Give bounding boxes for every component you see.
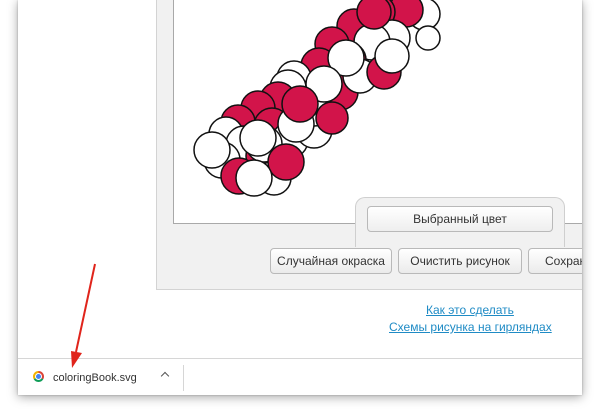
- divider: [183, 365, 184, 391]
- save-button[interactable]: Сохрани: [528, 248, 582, 274]
- selected-color-button[interactable]: Выбранный цвет: [367, 206, 553, 232]
- balloon-garland[interactable]: [174, 0, 582, 225]
- balloon[interactable]: [315, 101, 349, 135]
- balloon[interactable]: [239, 119, 277, 157]
- balloon[interactable]: [415, 25, 441, 51]
- chrome-icon: [33, 371, 44, 382]
- balloon[interactable]: [281, 85, 319, 123]
- random-coloring-button[interactable]: Случайная окраска: [270, 248, 392, 274]
- balloon[interactable]: [267, 143, 305, 181]
- browser-window: Выбранный цвет Случайная окраска Очистит…: [18, 0, 582, 395]
- download-bar: coloringBook.svg: [18, 358, 582, 395]
- garland-schemes-link[interactable]: Схемы рисунка на гирляндах: [389, 320, 552, 334]
- balloon[interactable]: [356, 0, 392, 30]
- drawing-canvas[interactable]: [173, 0, 582, 224]
- download-file-name[interactable]: coloringBook.svg: [53, 372, 137, 384]
- how-to-link[interactable]: Как это сделать: [426, 303, 514, 317]
- balloon[interactable]: [193, 131, 231, 169]
- balloon[interactable]: [374, 38, 410, 74]
- chevron-up-icon[interactable]: [160, 371, 170, 381]
- balloon[interactable]: [235, 159, 273, 197]
- clear-drawing-button[interactable]: Очистить рисунок: [398, 248, 522, 274]
- coloring-app-panel: Выбранный цвет Случайная окраска Очистит…: [156, 0, 582, 290]
